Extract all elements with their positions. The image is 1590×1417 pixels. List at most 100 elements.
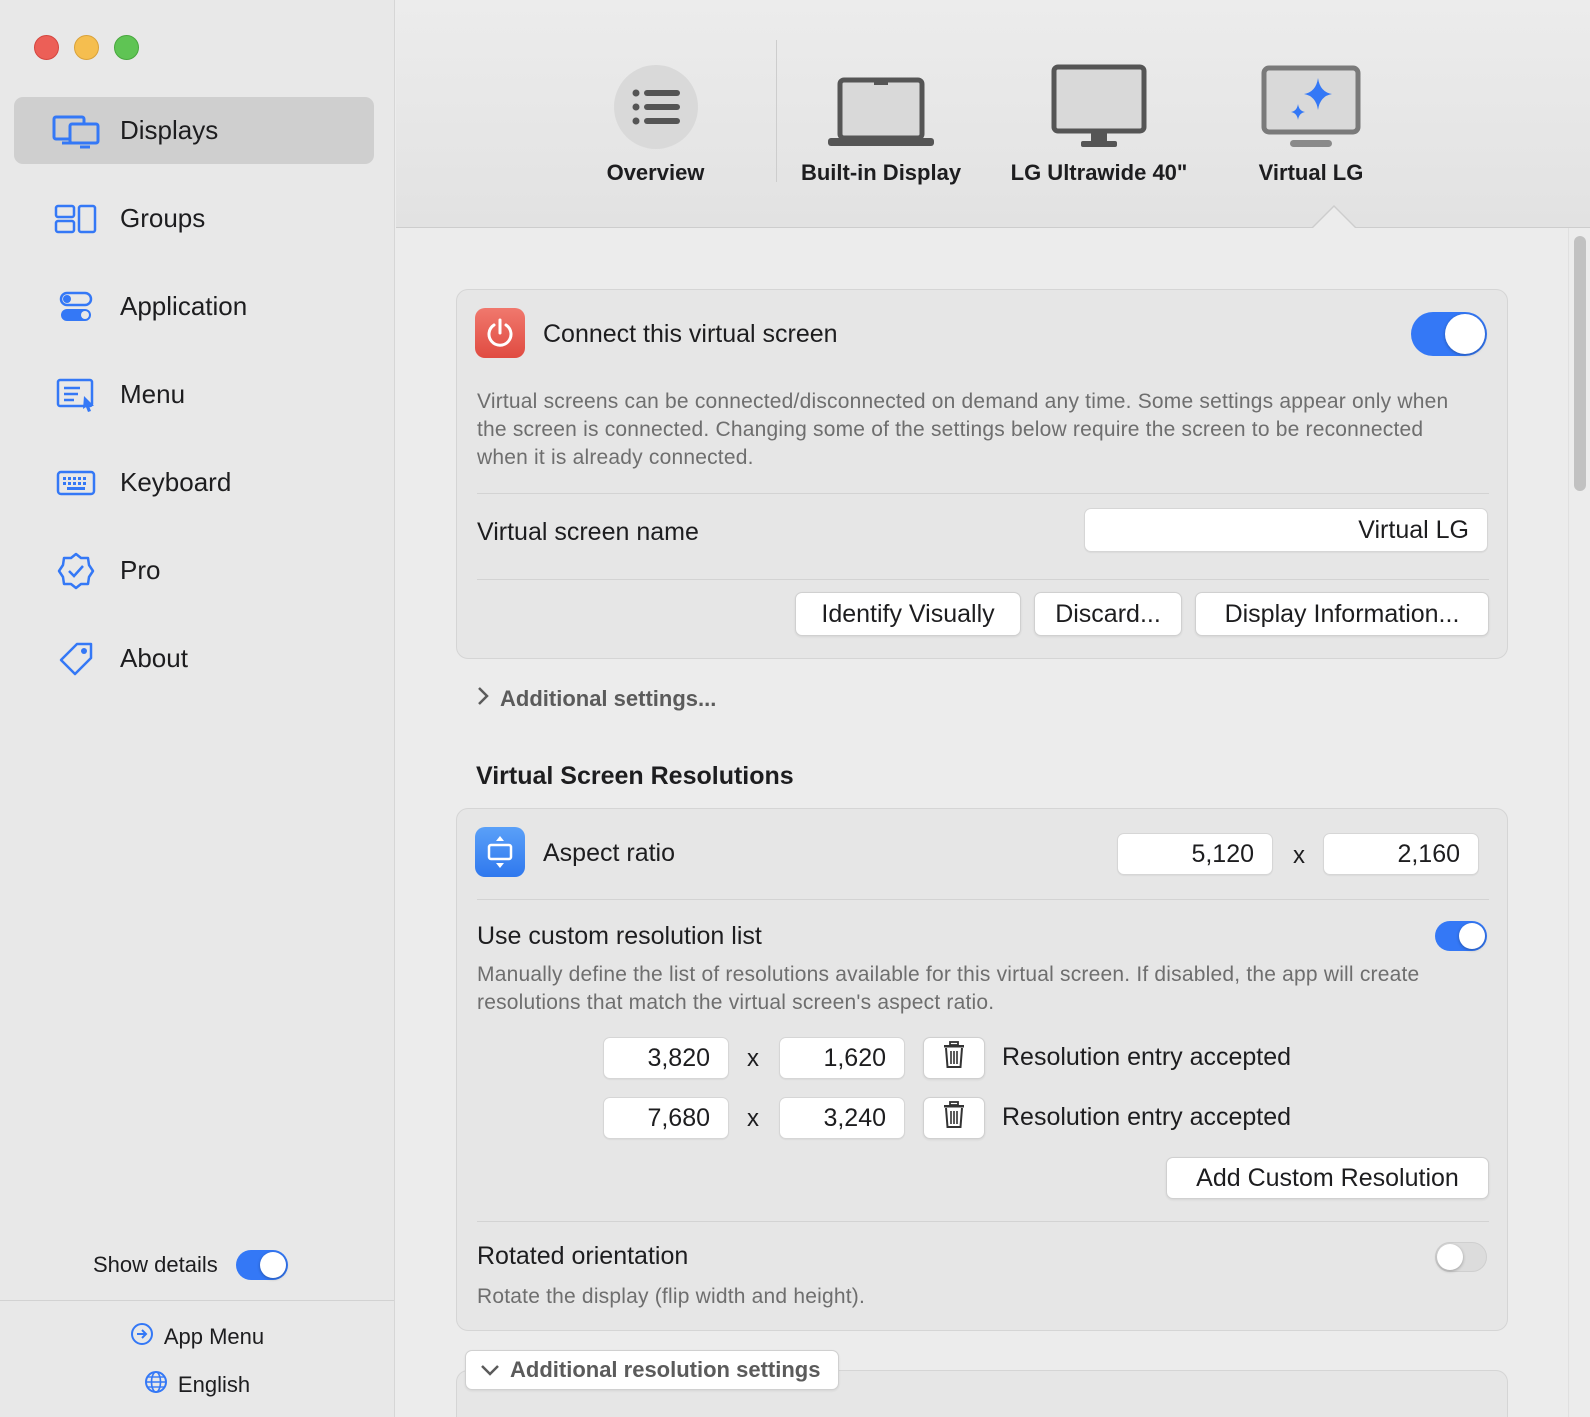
minimize-window-button[interactable] — [74, 35, 99, 60]
delete-resolution-button[interactable] — [923, 1097, 985, 1139]
selected-tab-indicator — [1312, 207, 1356, 229]
custom-list-label: Use custom resolution list — [477, 922, 762, 950]
resolution-height-input[interactable]: 1,620 — [779, 1037, 905, 1079]
globe-icon — [144, 1370, 168, 1400]
arrow-circle-icon — [130, 1322, 154, 1352]
sidebar-item-pro[interactable]: Pro — [14, 537, 374, 604]
sidebar-item-label: Application — [120, 291, 248, 321]
displays-icon — [52, 111, 100, 151]
window-controls — [34, 35, 139, 60]
additional-resolution-settings-disclosure[interactable]: Additional resolution settings — [465, 1350, 839, 1390]
scrollbar-thumb[interactable] — [1574, 236, 1586, 491]
aspect-height-input[interactable]: 2,160 — [1323, 833, 1479, 875]
connect-title: Connect this virtual screen — [543, 320, 838, 348]
power-icon — [475, 308, 525, 358]
add-custom-resolution-button[interactable]: Add Custom Resolution — [1166, 1157, 1489, 1199]
list-icon — [593, 50, 718, 150]
menu-icon — [52, 375, 100, 415]
keyboard-icon — [52, 463, 100, 503]
show-details-label: Show details — [93, 1252, 218, 1277]
divider — [477, 899, 1489, 900]
resolution-times-label: x — [747, 1045, 759, 1072]
toggles-icon — [52, 287, 100, 327]
connect-description: Virtual screens can be connected/disconn… — [477, 390, 1449, 469]
checkmark-seal-icon — [52, 551, 100, 591]
connect-card: Connect this virtual screen Virtual scre… — [456, 289, 1508, 659]
resolution-status: Resolution entry accepted — [1002, 1043, 1292, 1071]
aspect-ratio-label: Aspect ratio — [543, 839, 676, 867]
vertical-scrollbar[interactable] — [1568, 228, 1590, 1417]
additional-resolution-settings-label: Additional resolution settings — [510, 1357, 821, 1382]
close-window-button[interactable] — [34, 35, 59, 60]
sidebar-item-keyboard[interactable]: Keyboard — [14, 449, 374, 516]
display-information-button[interactable]: Display Information... — [1195, 592, 1489, 636]
sidebar-item-label: Menu — [120, 379, 186, 409]
trash-icon — [942, 1100, 966, 1136]
sidebar-item-application[interactable]: Application — [14, 273, 374, 340]
resolution-width-input[interactable]: 7,680 — [603, 1097, 729, 1139]
sidebar: Displays Groups Application Menu Keyboar… — [0, 0, 395, 1417]
sidebar-nav: Displays Groups Application Menu Keyboar… — [14, 97, 374, 713]
screen-name-label: Virtual screen name — [477, 518, 699, 546]
app-menu-link[interactable]: App Menu — [0, 1322, 394, 1352]
tab-built-in-display[interactable]: Built-in Display — [796, 50, 966, 186]
language-link[interactable]: English — [0, 1370, 394, 1400]
tab-label: Virtual LG — [1258, 160, 1364, 185]
sidebar-item-label: About — [120, 643, 188, 673]
resolution-width-input[interactable]: 3,820 — [603, 1037, 729, 1079]
chevron-right-icon — [476, 686, 490, 712]
resolution-times-label: x — [747, 1105, 759, 1132]
tab-overview[interactable]: Overview — [593, 50, 718, 186]
language-label: English — [177, 1372, 251, 1397]
tab-label: Overview — [606, 160, 705, 185]
show-details-toggle[interactable] — [235, 1250, 288, 1280]
resolutions-card: Aspect ratio 5,120 x 2,160 Use custom re… — [456, 808, 1508, 1331]
tag-icon — [52, 639, 100, 679]
tab-label: Built-in Display — [800, 160, 962, 185]
delete-resolution-button[interactable] — [923, 1037, 985, 1079]
divider — [477, 579, 1489, 580]
sidebar-item-menu[interactable]: Menu — [14, 361, 374, 428]
connect-toggle[interactable] — [1411, 312, 1487, 356]
laptop-icon — [796, 50, 966, 150]
monitor-icon — [1004, 50, 1194, 150]
aspect-times-label: x — [1293, 842, 1305, 869]
aspect-ratio-icon — [475, 827, 525, 877]
sidebar-item-label: Groups — [120, 203, 206, 233]
sidebar-item-about[interactable]: About — [14, 625, 374, 692]
sidebar-item-label: Displays — [120, 115, 219, 145]
rotated-orientation-description: Rotate the display (flip width and heigh… — [477, 1285, 865, 1308]
show-details-row: Show details — [93, 1250, 288, 1280]
resolution-status: Resolution entry accepted — [1002, 1103, 1292, 1131]
aspect-width-input[interactable]: 5,120 — [1117, 833, 1273, 875]
resolutions-section-title: Virtual Screen Resolutions — [476, 762, 794, 790]
tab-label: LG Ultrawide 40" — [1010, 160, 1188, 185]
groups-icon — [52, 199, 100, 239]
display-tabs-bar: Overview Built-in Display LG Ultrawide 4… — [396, 0, 1590, 229]
sidebar-item-displays[interactable]: Displays — [14, 97, 374, 164]
additional-settings-label: Additional settings... — [500, 686, 717, 711]
tab-lg-ultrawide[interactable]: LG Ultrawide 40" — [1004, 50, 1194, 186]
sidebar-divider — [0, 1300, 394, 1301]
custom-list-toggle[interactable] — [1435, 921, 1487, 951]
trash-icon — [942, 1040, 966, 1076]
main-pane: Overview Built-in Display LG Ultrawide 4… — [396, 0, 1590, 1417]
divider — [477, 493, 1489, 494]
screen-name-input[interactable]: Virtual LG — [1084, 508, 1488, 552]
toggle-knob — [1445, 314, 1485, 354]
identify-visually-button[interactable]: Identify Visually — [795, 592, 1021, 636]
additional-settings-disclosure[interactable]: Additional settings... — [476, 686, 716, 712]
zoom-window-button[interactable] — [114, 35, 139, 60]
sidebar-item-label: Pro — [120, 555, 161, 585]
toggle-knob — [259, 1252, 286, 1278]
rotated-orientation-toggle[interactable] — [1435, 1242, 1487, 1272]
tab-virtual-lg[interactable]: Virtual LG — [1256, 50, 1366, 186]
resolution-height-input[interactable]: 3,240 — [779, 1097, 905, 1139]
sidebar-item-groups[interactable]: Groups — [14, 185, 374, 252]
discard-button[interactable]: Discard... — [1034, 592, 1182, 636]
app-menu-label: App Menu — [163, 1324, 265, 1349]
tab-separator — [776, 40, 777, 182]
chevron-down-icon — [480, 1357, 500, 1383]
rotated-orientation-label: Rotated orientation — [477, 1242, 689, 1270]
sidebar-item-label: Keyboard — [120, 467, 232, 497]
